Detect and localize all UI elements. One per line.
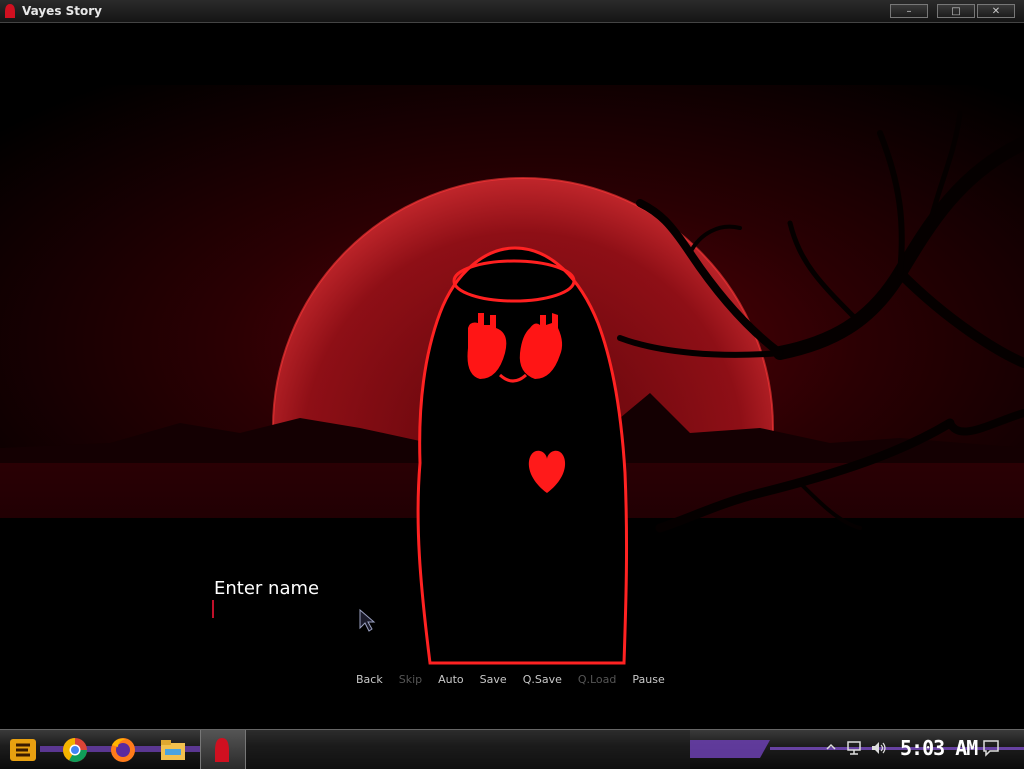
quick-menu-auto[interactable]: Auto: [430, 673, 472, 689]
name-input[interactable]: [212, 600, 438, 618]
quick-menu: Back Skip Auto Save Q.Save Q.Load Pause: [348, 673, 673, 689]
quick-menu-pause[interactable]: Pause: [624, 673, 672, 689]
vayes-story-app-icon[interactable]: [205, 733, 239, 767]
volume-icon[interactable]: [870, 740, 888, 756]
taskbar-clock[interactable]: 5:03 AM: [900, 736, 978, 760]
taskbar: [0, 729, 1024, 769]
start-menu-icon[interactable]: [6, 733, 40, 767]
action-center-icon[interactable]: [982, 739, 1000, 757]
quick-menu-skip[interactable]: Skip: [391, 673, 430, 689]
game-viewport[interactable]: Enter name Back Skip Auto Save Q.Save Q.…: [0, 23, 1024, 729]
vayes-story-app-icon: [5, 4, 15, 18]
quick-menu-qsave[interactable]: Q.Save: [515, 673, 570, 689]
maximize-button[interactable]: □: [937, 4, 975, 18]
quick-menu-back[interactable]: Back: [348, 673, 391, 689]
close-button[interactable]: ✕: [977, 4, 1015, 18]
minimize-button[interactable]: –: [890, 4, 928, 18]
network-icon[interactable]: [846, 740, 864, 756]
mouse-cursor-icon: [359, 608, 376, 632]
window-title-bar[interactable]: Vayes Story – □ ✕: [0, 0, 1024, 23]
window-title: Vayes Story: [22, 4, 103, 18]
chrome-icon[interactable]: [58, 733, 92, 767]
show-hidden-icons-chevron[interactable]: [826, 742, 836, 752]
game-background-scene: [0, 23, 1024, 729]
quick-menu-save[interactable]: Save: [472, 673, 515, 689]
quick-menu-qload[interactable]: Q.Load: [570, 673, 625, 689]
file-explorer-icon[interactable]: [156, 733, 190, 767]
enter-name-prompt: Enter name: [214, 578, 320, 599]
firefox-icon[interactable]: [106, 733, 140, 767]
